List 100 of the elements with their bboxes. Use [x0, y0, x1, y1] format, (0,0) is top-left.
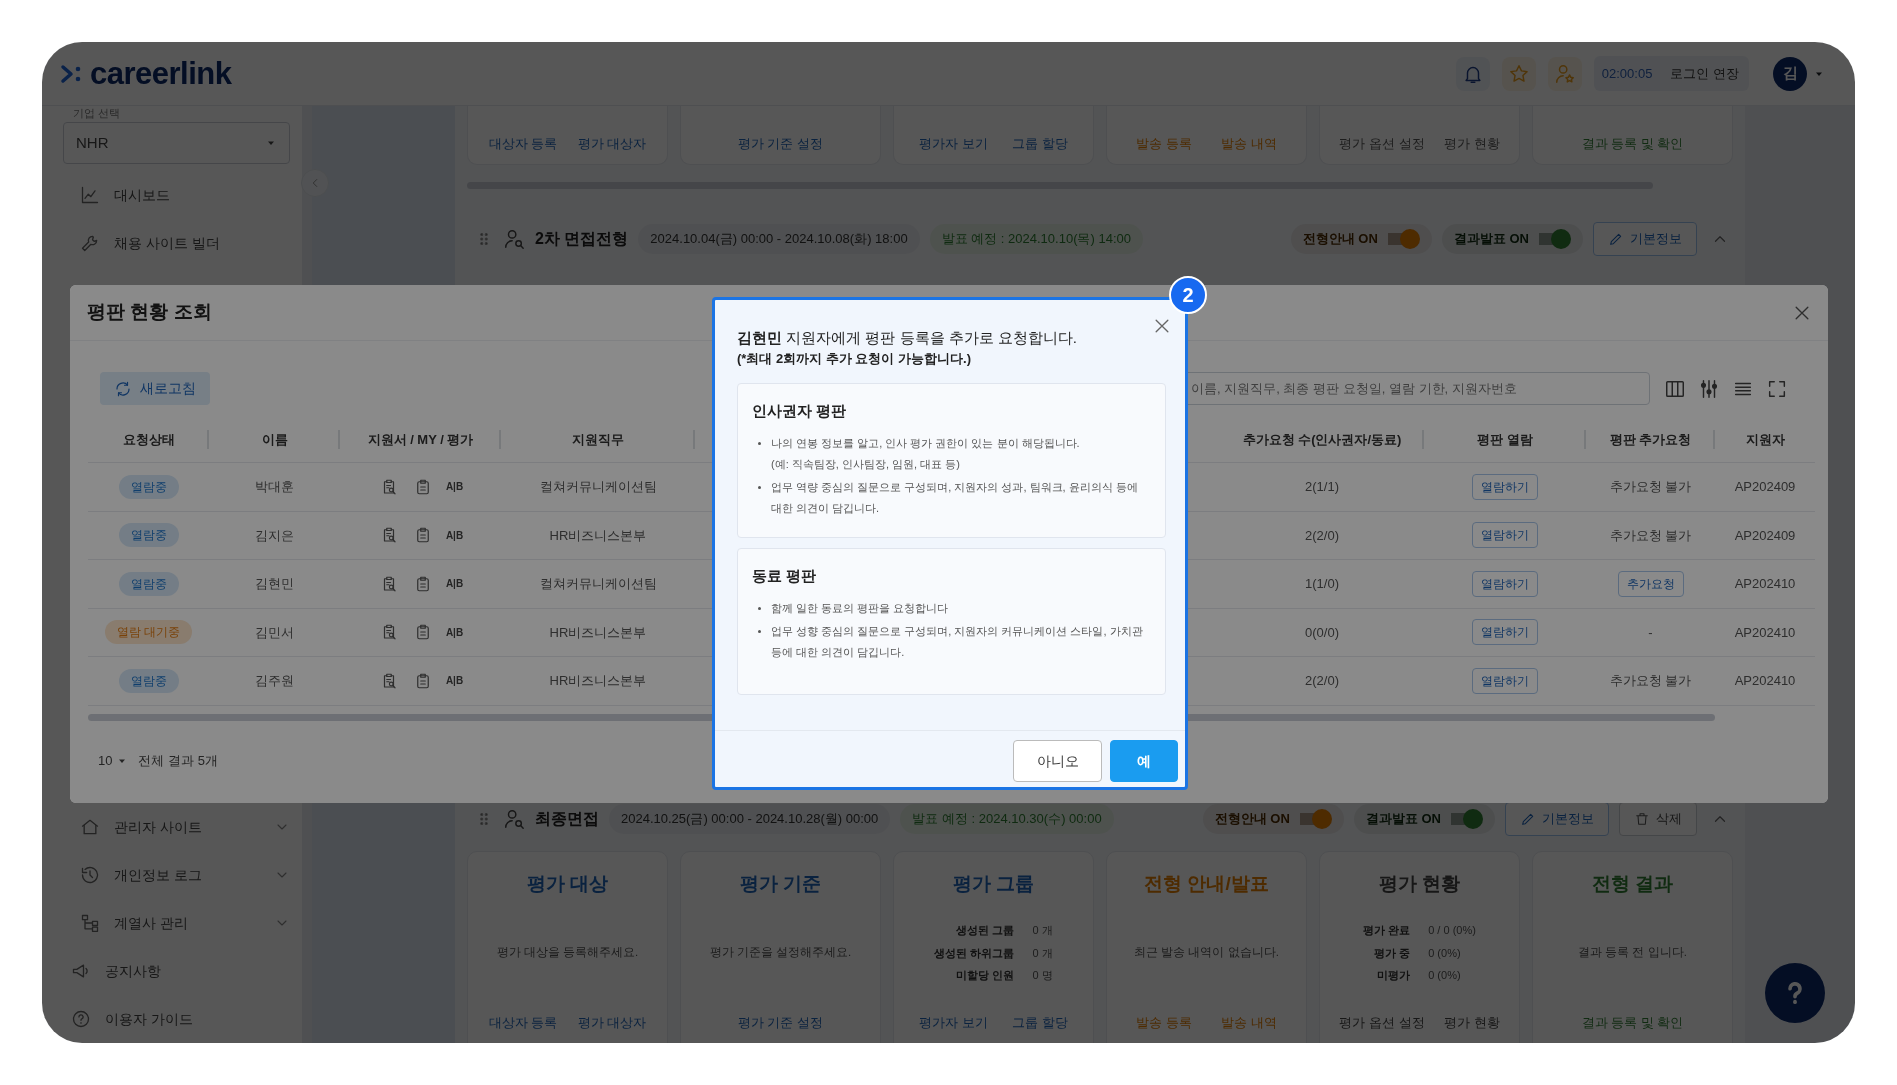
card-title: 전형 안내/발표: [1143, 871, 1270, 896]
evaluation-link[interactable]: A|B: [445, 576, 464, 592]
evaluation-link[interactable]: A|B: [445, 527, 464, 543]
chart-icon: [80, 185, 100, 205]
user-star-icon: [1553, 62, 1576, 85]
refresh-button[interactable]: 새로고침: [100, 372, 210, 405]
sidebar-item[interactable]: 개인정보 로그: [63, 851, 290, 899]
user-avatar[interactable]: 김: [1773, 56, 1807, 91]
sidebar-item[interactable]: 계열사 관리: [63, 899, 290, 947]
card-link[interactable]: 평가 옵션 설정: [1339, 133, 1425, 153]
table-cell-text: 2(1/1): [1304, 478, 1340, 496]
card-link[interactable]: 발송 내역: [1221, 133, 1277, 153]
column-header: 지원자: [1744, 430, 1786, 449]
card-link[interactable]: 평가 옵션 설정: [1339, 1013, 1425, 1033]
stat-label: 생성된 하위그룹: [934, 945, 1015, 961]
card-link[interactable]: 발송 내역: [1221, 1013, 1277, 1033]
card-title: 평가 현황: [1377, 871, 1462, 896]
card-title: 평가 기준: [738, 871, 823, 896]
refresh-icon: [114, 379, 132, 398]
card-link[interactable]: 평가 기준 설정: [737, 133, 824, 153]
step-badge: 2: [1169, 276, 1207, 314]
wrench-icon: [80, 233, 100, 253]
announcement-chip: 발표 예정 : 2024.10.30(수) 00:00: [900, 804, 1114, 834]
status-tag: 열람중: [118, 571, 179, 596]
info-button[interactable]: 기본정보: [1593, 222, 1697, 256]
view-button[interactable]: 열람하기: [1472, 619, 1538, 646]
delete-button[interactable]: 삭제: [1619, 802, 1697, 836]
notification-button[interactable]: [1455, 56, 1490, 91]
evaluation-link[interactable]: A|B: [445, 624, 464, 640]
bullet-text: 나의 연봉 정보를 알고, 인사 평가 권한이 있는 분이 해당됩니다. (예: 직속팀장, 인사팀장, 임원, 대표 등): [771, 435, 1080, 472]
card-link[interactable]: 평가 현황: [1444, 133, 1500, 153]
evaluation-link[interactable]: A|B: [445, 673, 464, 689]
page-size-select[interactable]: 10: [88, 750, 129, 771]
announcement-chip: 발표 예정 : 2024.10.10(목) 14:00: [929, 224, 1143, 254]
stat-label: 생성된 그룹: [955, 923, 1015, 939]
toggle-label: 결과발표 ON: [1453, 230, 1529, 249]
card-link[interactable]: 평가 현황: [1444, 1013, 1500, 1033]
table-cell-text: HR비즈니스본부: [548, 526, 648, 545]
table-cell-text: 2(2/0): [1304, 672, 1340, 690]
info-button[interactable]: 기본정보: [1505, 802, 1609, 836]
view-button[interactable]: 열람하기: [1472, 522, 1538, 549]
card-link[interactable]: 발송 등록: [1136, 133, 1192, 153]
table-cell-text: 0(0/0): [1304, 623, 1340, 642]
sidebar-item[interactable]: 대시보드: [63, 171, 290, 219]
view-button[interactable]: 열람하기: [1472, 473, 1538, 500]
sidebar-item[interactable]: 채용 사이트 빌더: [63, 219, 290, 267]
view-button[interactable]: 열람하기: [1472, 570, 1538, 597]
view-button[interactable]: 열람하기: [1472, 667, 1538, 694]
status-tag: 열람중: [118, 523, 179, 548]
card-link[interactable]: 대상자 등록: [488, 133, 558, 153]
sidebar-item[interactable]: 관리자 사이트: [63, 803, 290, 851]
card-link[interactable]: 그룹 할당: [1012, 133, 1069, 153]
logo-text: careerlink: [90, 58, 232, 89]
cancel-button[interactable]: 아니오: [1013, 740, 1102, 782]
table-cell-text: 박대훈: [254, 478, 295, 496]
card-link[interactable]: 평가 대상자: [577, 1013, 647, 1033]
hierarchy-icon: [80, 913, 100, 933]
card-link[interactable]: 평가 기준 설정: [737, 1013, 824, 1033]
session-timer: 02:00:05: [1593, 55, 1661, 92]
toggle-label: 전형안내 ON: [1302, 230, 1378, 249]
card-link[interactable]: 평가자 보기: [918, 1013, 988, 1033]
stat-label: 평가 완료: [1363, 923, 1411, 939]
table-cell: AP202409: [1734, 527, 1796, 543]
evaluation-link[interactable]: A|B: [445, 479, 464, 495]
sidebar-item[interactable]: 이용자 가이드: [63, 995, 290, 1043]
table-cell-text: -: [1647, 623, 1654, 642]
table-cell-text: 추가요청 불가: [1608, 478, 1693, 496]
card-link[interactable]: 평가 대상자: [577, 133, 647, 153]
extend-login-button[interactable]: 로그인 연장: [1660, 55, 1749, 92]
card-link[interactable]: 결과 등록 및 확인: [1581, 133, 1684, 153]
company-select[interactable]: NHR: [63, 122, 290, 164]
sidebar-item[interactable]: 공지사항: [63, 947, 290, 995]
table-cell: AP202409: [1734, 479, 1796, 494]
table-cell-text: 컬쳐커뮤니케이션팀: [538, 575, 658, 593]
card-link[interactable]: 평가자 보기: [918, 133, 988, 153]
table-cell-text: 김주원: [254, 672, 295, 690]
dialog-message: 김현민 지원자에게 평판 등록을 추가로 요청합니다.: [737, 328, 1078, 348]
card-link[interactable]: 결과 등록 및 확인: [1581, 1013, 1684, 1033]
request-button[interactable]: 추가요청: [1617, 570, 1684, 597]
confirm-button[interactable]: 예: [1110, 740, 1178, 782]
section-title: 동료 평판: [752, 566, 818, 586]
card-link[interactable]: 발송 등록: [1136, 1013, 1192, 1033]
status-tag: 열람 대기중: [104, 620, 193, 645]
status-tag: 열람중: [118, 474, 179, 499]
stat-label: 평가 중: [1373, 945, 1411, 961]
bullet-dot: [758, 441, 761, 445]
dialog-note: (*최대 2회까지 추가 요청이 가능합니다.): [737, 350, 972, 368]
period-chip: 2024.10.25(금) 00:00 - 2024.10.28(월) 00:00: [609, 804, 891, 834]
sliders-icon: [1698, 377, 1720, 400]
card-link[interactable]: 그룹 할당: [1012, 1013, 1069, 1033]
card-link[interactable]: 대상자 등록: [488, 1013, 558, 1033]
bullet-text: 업무 성향 중심의 질문으로 구성되며, 지원자의 커뮤니케이션 스타일, 가치관 등에 대한 의견이 담깁니다.: [771, 623, 1144, 660]
stage-title: 최종면접: [535, 809, 599, 829]
user-star-button[interactable]: [1547, 56, 1582, 91]
result-count: 전체 결과 5개: [138, 751, 218, 770]
panel-title: 평판 현황 조회: [87, 300, 212, 325]
person-search-icon: [503, 228, 525, 250]
pencil-icon: [1608, 231, 1624, 247]
home-icon: [80, 817, 100, 837]
status-tag: 열람중: [118, 668, 179, 693]
